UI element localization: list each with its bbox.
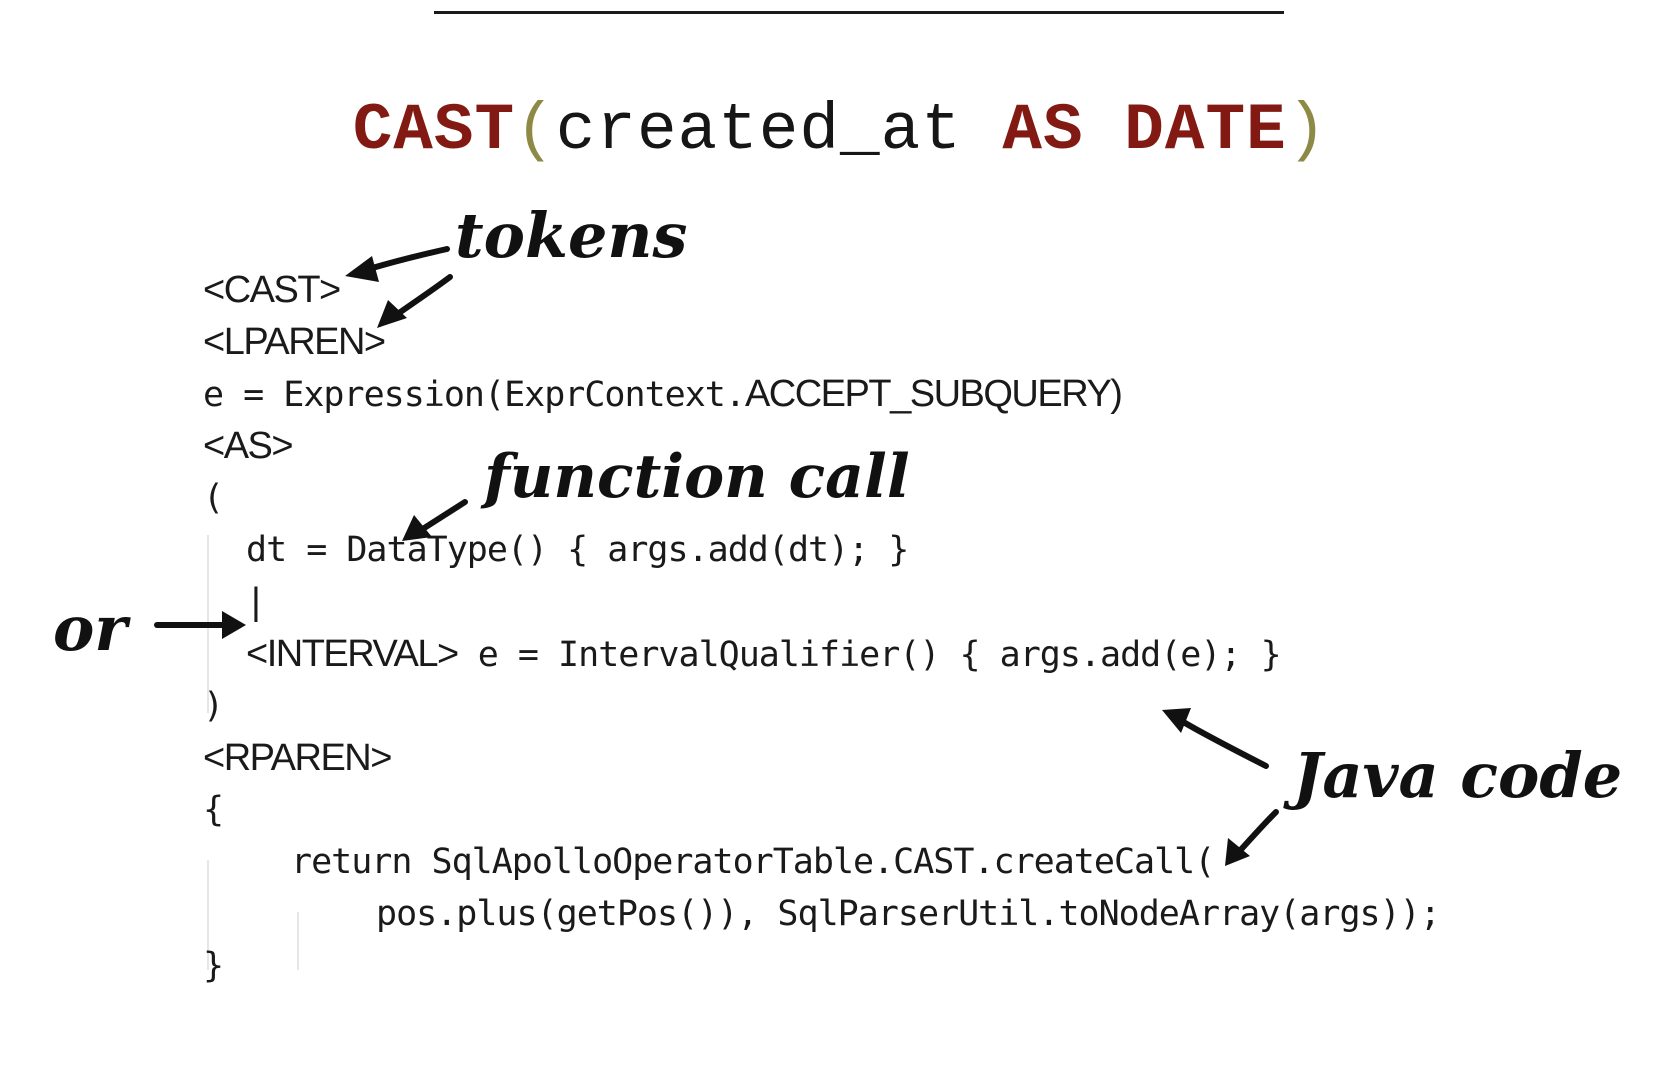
arrowhead-lparen bbox=[377, 300, 407, 328]
arrow-to-createcall bbox=[1233, 809, 1279, 858]
arrowhead-or bbox=[222, 611, 246, 639]
annotation-arrows bbox=[154, 246, 1279, 866]
arrow-to-lparen-token bbox=[389, 274, 453, 321]
arrowhead-cast bbox=[345, 256, 379, 282]
arrow-to-datatype-call bbox=[415, 499, 468, 535]
arrow-to-args-add bbox=[1177, 717, 1269, 769]
